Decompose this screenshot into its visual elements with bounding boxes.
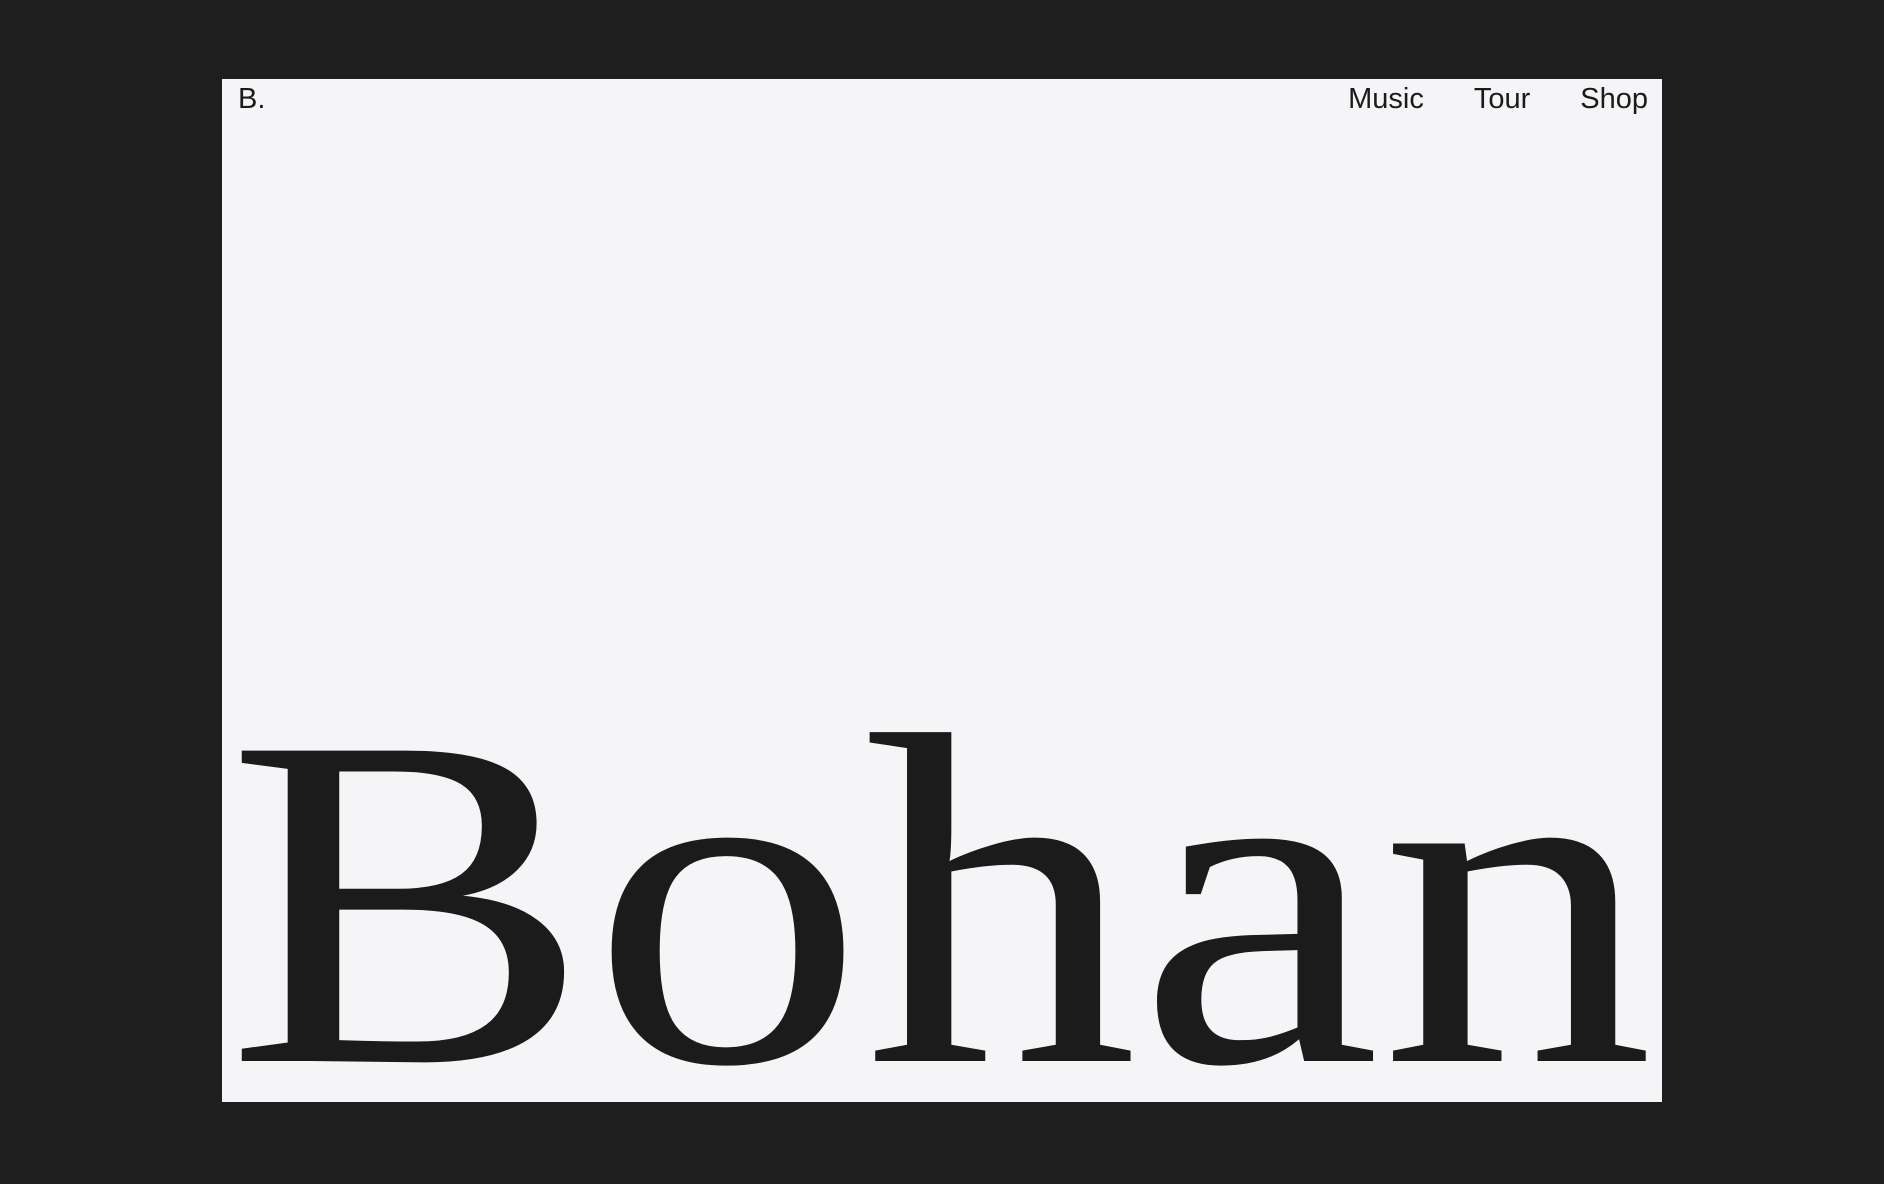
hero-wordmark: Bohan [226, 639, 1654, 1102]
nav-link-shop[interactable]: Shop [1580, 83, 1648, 116]
page-frame: B. Music Tour Shop Bohan [222, 79, 1662, 1102]
nav-link-tour[interactable]: Tour [1474, 83, 1530, 116]
hero-wordmark-text: Bohan [226, 639, 1654, 1102]
nav-link-music[interactable]: Music [1348, 83, 1424, 116]
site-logo[interactable]: B. [238, 83, 265, 116]
main-nav: Music Tour Shop [1348, 83, 1648, 116]
